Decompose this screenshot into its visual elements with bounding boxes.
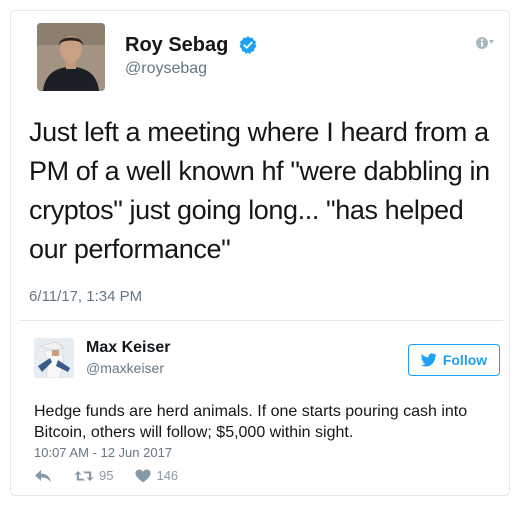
embedded-tweet-card: Roy Sebag @roysebag Just left a meeting …	[10, 10, 510, 496]
info-icon[interactable]	[475, 35, 495, 51]
like-button[interactable]: 146	[135, 468, 178, 483]
quoted-author-name[interactable]: Max Keiser	[86, 339, 171, 357]
reply-button[interactable]	[34, 469, 52, 483]
quoted-tweet: Max Keiser @maxkeiser Follow Hedge funds…	[19, 320, 503, 485]
tweet-timestamp[interactable]: 6/11/17, 1:34 PM	[29, 288, 142, 305]
retweet-count: 95	[99, 468, 114, 483]
follow-button[interactable]: Follow	[408, 344, 500, 376]
avatar-photo	[37, 23, 105, 91]
quoted-tweet-timestamp[interactable]: 10:07 AM - 12 Jun 2017	[34, 445, 172, 460]
quoted-tweet-text: Hedge funds are herd animals. If one sta…	[34, 403, 468, 441]
tweet-actions: 95 146	[34, 468, 200, 483]
author-handle[interactable]: @roysebag	[125, 59, 258, 79]
quoted-author-handle[interactable]: @maxkeiser	[86, 360, 164, 376]
tweet-text: Just left a meeting where I heard from a…	[29, 117, 490, 264]
twitter-bird-icon	[420, 353, 437, 367]
like-count: 146	[156, 468, 179, 483]
main-tweet-header: Roy Sebag @roysebag	[29, 19, 495, 91]
quoted-avatar[interactable]	[34, 338, 74, 378]
main-author-block: Roy Sebag @roysebag	[125, 33, 258, 79]
avatar[interactable]	[37, 23, 105, 91]
heart-icon	[135, 469, 151, 482]
retweet-button[interactable]: 95	[74, 468, 113, 483]
retweet-icon	[74, 470, 94, 481]
quoted-avatar-photo	[34, 338, 74, 378]
verified-badge-icon	[239, 36, 257, 55]
reply-icon	[35, 469, 51, 482]
follow-label: Follow	[442, 352, 488, 368]
author-name[interactable]: Roy Sebag	[125, 33, 228, 57]
